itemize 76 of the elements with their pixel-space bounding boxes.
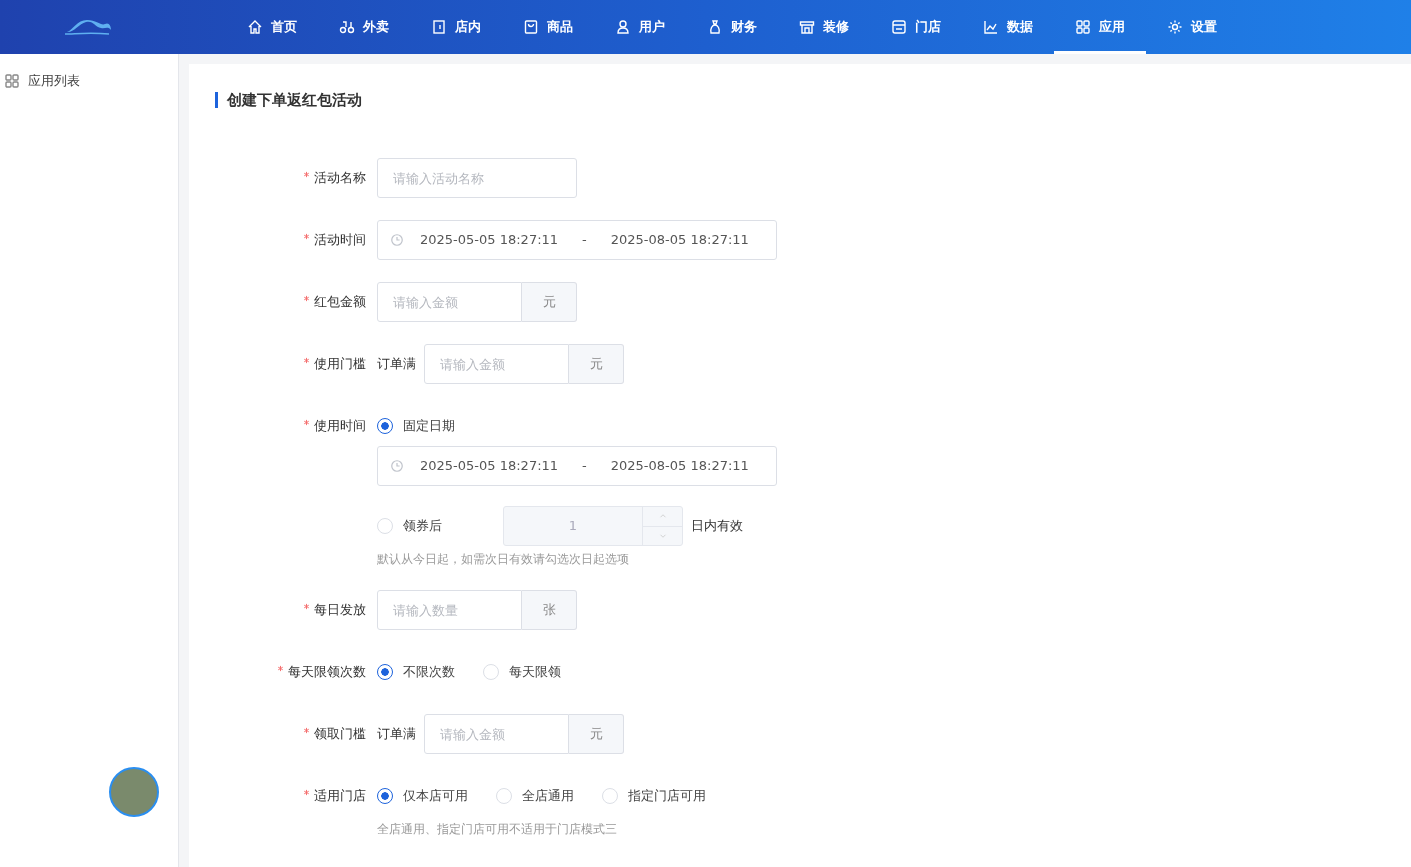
nav-tab[interactable]: 用户 <box>594 0 686 54</box>
settings-icon <box>1167 18 1183 35</box>
label-text: 适用门店 <box>314 788 366 803</box>
nav-tab[interactable]: 门店 <box>870 0 962 54</box>
amount-input[interactable]: 请输入数量 <box>377 590 522 630</box>
range-separator: - <box>582 231 587 250</box>
radio-label: 不限次数 <box>403 663 455 682</box>
money-bag-icon <box>707 18 723 35</box>
start-date: 2025-05-05 18:27:11 <box>420 457 559 476</box>
shop-icon <box>799 18 815 35</box>
radio-option[interactable]: 每天限领 <box>483 652 561 692</box>
nav-tab[interactable]: 首页 <box>226 0 318 54</box>
home-icon <box>247 18 263 35</box>
radio-option[interactable]: 不限次数 <box>377 652 455 692</box>
amount-input[interactable]: 请输入金额 <box>424 714 569 754</box>
amount-input[interactable]: 请输入金额 <box>377 282 522 322</box>
range-separator: - <box>582 457 587 476</box>
nav-tab[interactable]: 数据 <box>962 0 1054 54</box>
radio-option[interactable]: 固定日期 <box>377 406 455 446</box>
radio-button[interactable] <box>377 664 393 680</box>
radio-option[interactable]: 全店通用 <box>496 776 574 816</box>
radio-option[interactable]: 指定门店可用 <box>602 776 706 816</box>
store-icon <box>891 18 907 35</box>
nav-tab[interactable]: 装修 <box>778 0 870 54</box>
end-date: 2025-08-05 18:27:11 <box>610 457 749 476</box>
radio-label: 仅本店可用 <box>403 787 468 806</box>
line-chart-icon <box>983 18 999 35</box>
nav-tab[interactable]: 外卖 <box>318 0 410 54</box>
help-text: 默认从今日起，如需次日有效请勾选次日起选项 <box>377 551 630 568</box>
amount-input[interactable]: 请输入金额 <box>424 344 569 384</box>
bag-icon <box>523 18 539 35</box>
unit-addon: 张 <box>522 590 577 630</box>
clock-icon <box>390 459 404 473</box>
apps-icon <box>4 72 20 89</box>
prefix-label: 订单满 <box>377 355 416 373</box>
radio-option[interactable]: 仅本店可用 <box>377 776 468 816</box>
user-icon <box>615 18 631 35</box>
label-text: 每日发放 <box>314 602 366 617</box>
date-range-field[interactable]: 2025-05-05 18:27:11 - 2025-08-05 18:27:11 <box>377 446 777 486</box>
unit-label: 日内有效 <box>691 517 743 536</box>
label-text: 使用门槛 <box>314 356 366 371</box>
unit-addon: 元 <box>569 344 624 384</box>
text-input[interactable]: 请输入活动名称 <box>377 158 577 198</box>
nav-tab[interactable]: 店内 <box>410 0 502 54</box>
radio-button[interactable] <box>377 788 393 804</box>
date-range-field[interactable]: 2025-05-05 18:27:11 - 2025-08-05 18:27:11 <box>377 220 777 260</box>
radio-label: 全店通用 <box>522 787 574 806</box>
nav-tab[interactable]: 商品 <box>502 0 594 54</box>
unit-addon: 元 <box>569 714 624 754</box>
label-text: 活动时间 <box>314 232 366 247</box>
label-text: 活动名称 <box>314 170 366 185</box>
radio-button[interactable] <box>377 418 393 434</box>
clock-icon <box>390 233 404 247</box>
radio-label: 领券后 <box>403 517 442 536</box>
prefix-label: 订单满 <box>377 725 416 743</box>
door-icon <box>431 18 447 35</box>
sidebar-item[interactable]: 应用列表 <box>0 70 84 92</box>
radio-option[interactable]: 领券后 <box>377 506 475 546</box>
label-text: 红包金额 <box>314 294 366 309</box>
label-text: 使用时间 <box>314 418 366 433</box>
start-date: 2025-05-05 18:27:11 <box>420 231 559 250</box>
radio-label: 指定门店可用 <box>628 787 706 806</box>
page-title: 创建下单返红包活动 <box>215 92 1385 108</box>
radio-label: 每天限领 <box>509 663 561 682</box>
nav-tab[interactable]: 设置 <box>1146 0 1238 54</box>
number-value: 1 <box>567 517 579 536</box>
avatar-photo-placeholder[interactable] <box>109 767 159 817</box>
radio-label: 固定日期 <box>403 417 455 436</box>
nav-tab[interactable]: 应用 <box>1054 0 1146 54</box>
help-text: 全店通用、指定门店可用不适用于门店模式三 <box>377 821 618 838</box>
end-date: 2025-08-05 18:27:11 <box>610 231 749 250</box>
nav-tab[interactable]: 财务 <box>686 0 778 54</box>
label-text: 领取门槛 <box>314 726 366 741</box>
unit-addon: 元 <box>522 282 577 322</box>
label-text: 每天限领次数 <box>288 664 366 679</box>
apps-icon <box>1075 18 1091 35</box>
